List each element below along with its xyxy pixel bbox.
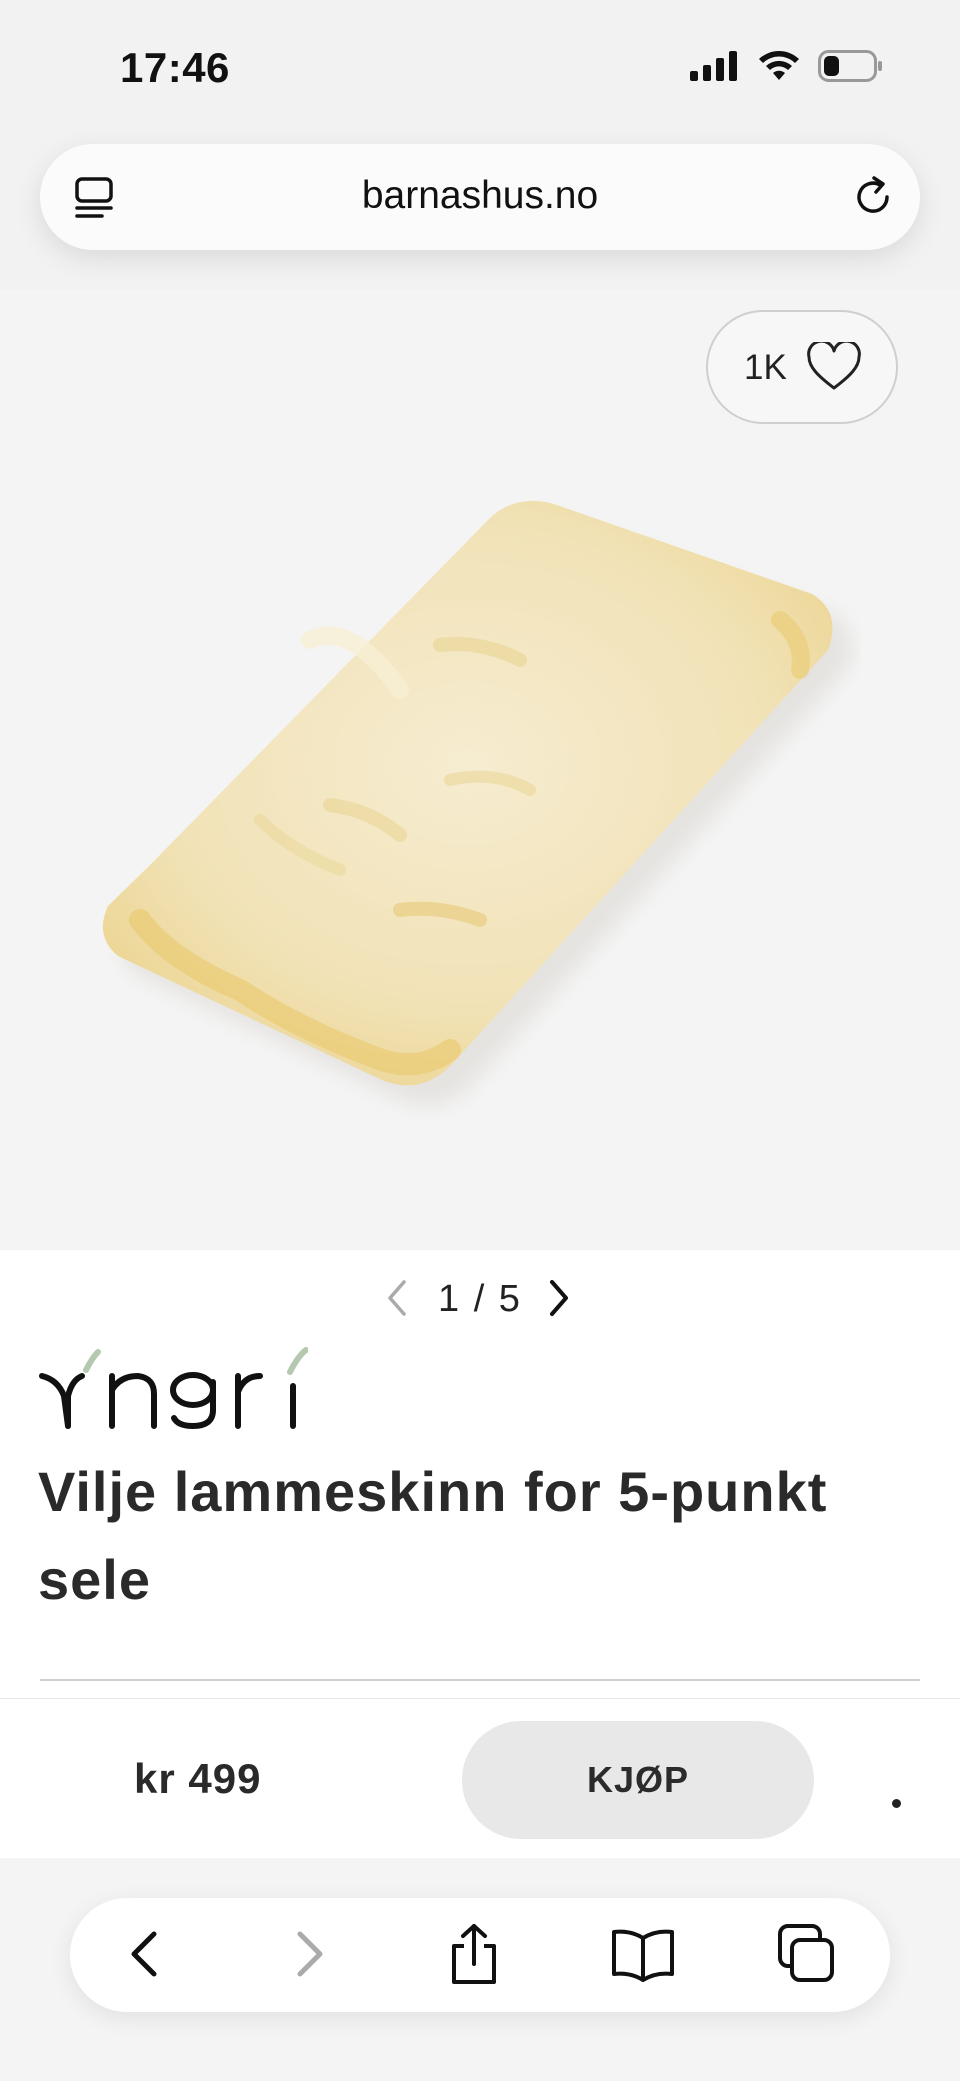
divider — [40, 1679, 920, 1681]
address-bar[interactable]: barnashus.no — [40, 144, 920, 250]
brand-logo[interactable] — [38, 1346, 309, 1435]
share-icon[interactable] — [446, 1922, 502, 1993]
forward-icon[interactable] — [290, 1922, 330, 1991]
bookmarks-icon[interactable] — [610, 1922, 676, 1991]
purchase-bar: kr 499 KJØP — [0, 1698, 960, 1859]
like-button[interactable]: 1K — [706, 310, 898, 424]
wifi-icon — [759, 51, 799, 80]
product-image-gallery[interactable]: 1K — [0, 290, 960, 1250]
signal-icon — [690, 51, 737, 81]
back-icon[interactable] — [124, 1922, 164, 1991]
browser-footer — [0, 1858, 960, 2081]
browser-header: 17:46 barnashus.no — [0, 0, 960, 290]
tabs-icon[interactable] — [776, 1922, 838, 1991]
like-count: 1K — [744, 348, 787, 387]
heart-icon — [806, 339, 862, 397]
dot-indicator — [892, 1799, 901, 1808]
reload-icon[interactable] — [850, 174, 896, 225]
product-title: Vilje lammeskinn for 5-punkt sele — [38, 1460, 828, 1611]
product-photo — [102, 500, 852, 1106]
gallery-pager: 1 / 5 — [0, 1272, 960, 1332]
browser-toolbar — [70, 1898, 890, 2012]
battery-icon — [818, 50, 882, 82]
chevron-left-icon[interactable] — [382, 1278, 412, 1323]
buy-button[interactable]: KJØP — [462, 1721, 814, 1839]
chevron-right-icon[interactable] — [544, 1278, 574, 1323]
status-time: 17:46 — [120, 44, 230, 91]
price: kr 499 — [134, 1755, 262, 1802]
status-icons — [690, 50, 884, 82]
pager-indicator: 1 / 5 — [438, 1278, 522, 1320]
url-text[interactable]: barnashus.no — [40, 174, 920, 218]
